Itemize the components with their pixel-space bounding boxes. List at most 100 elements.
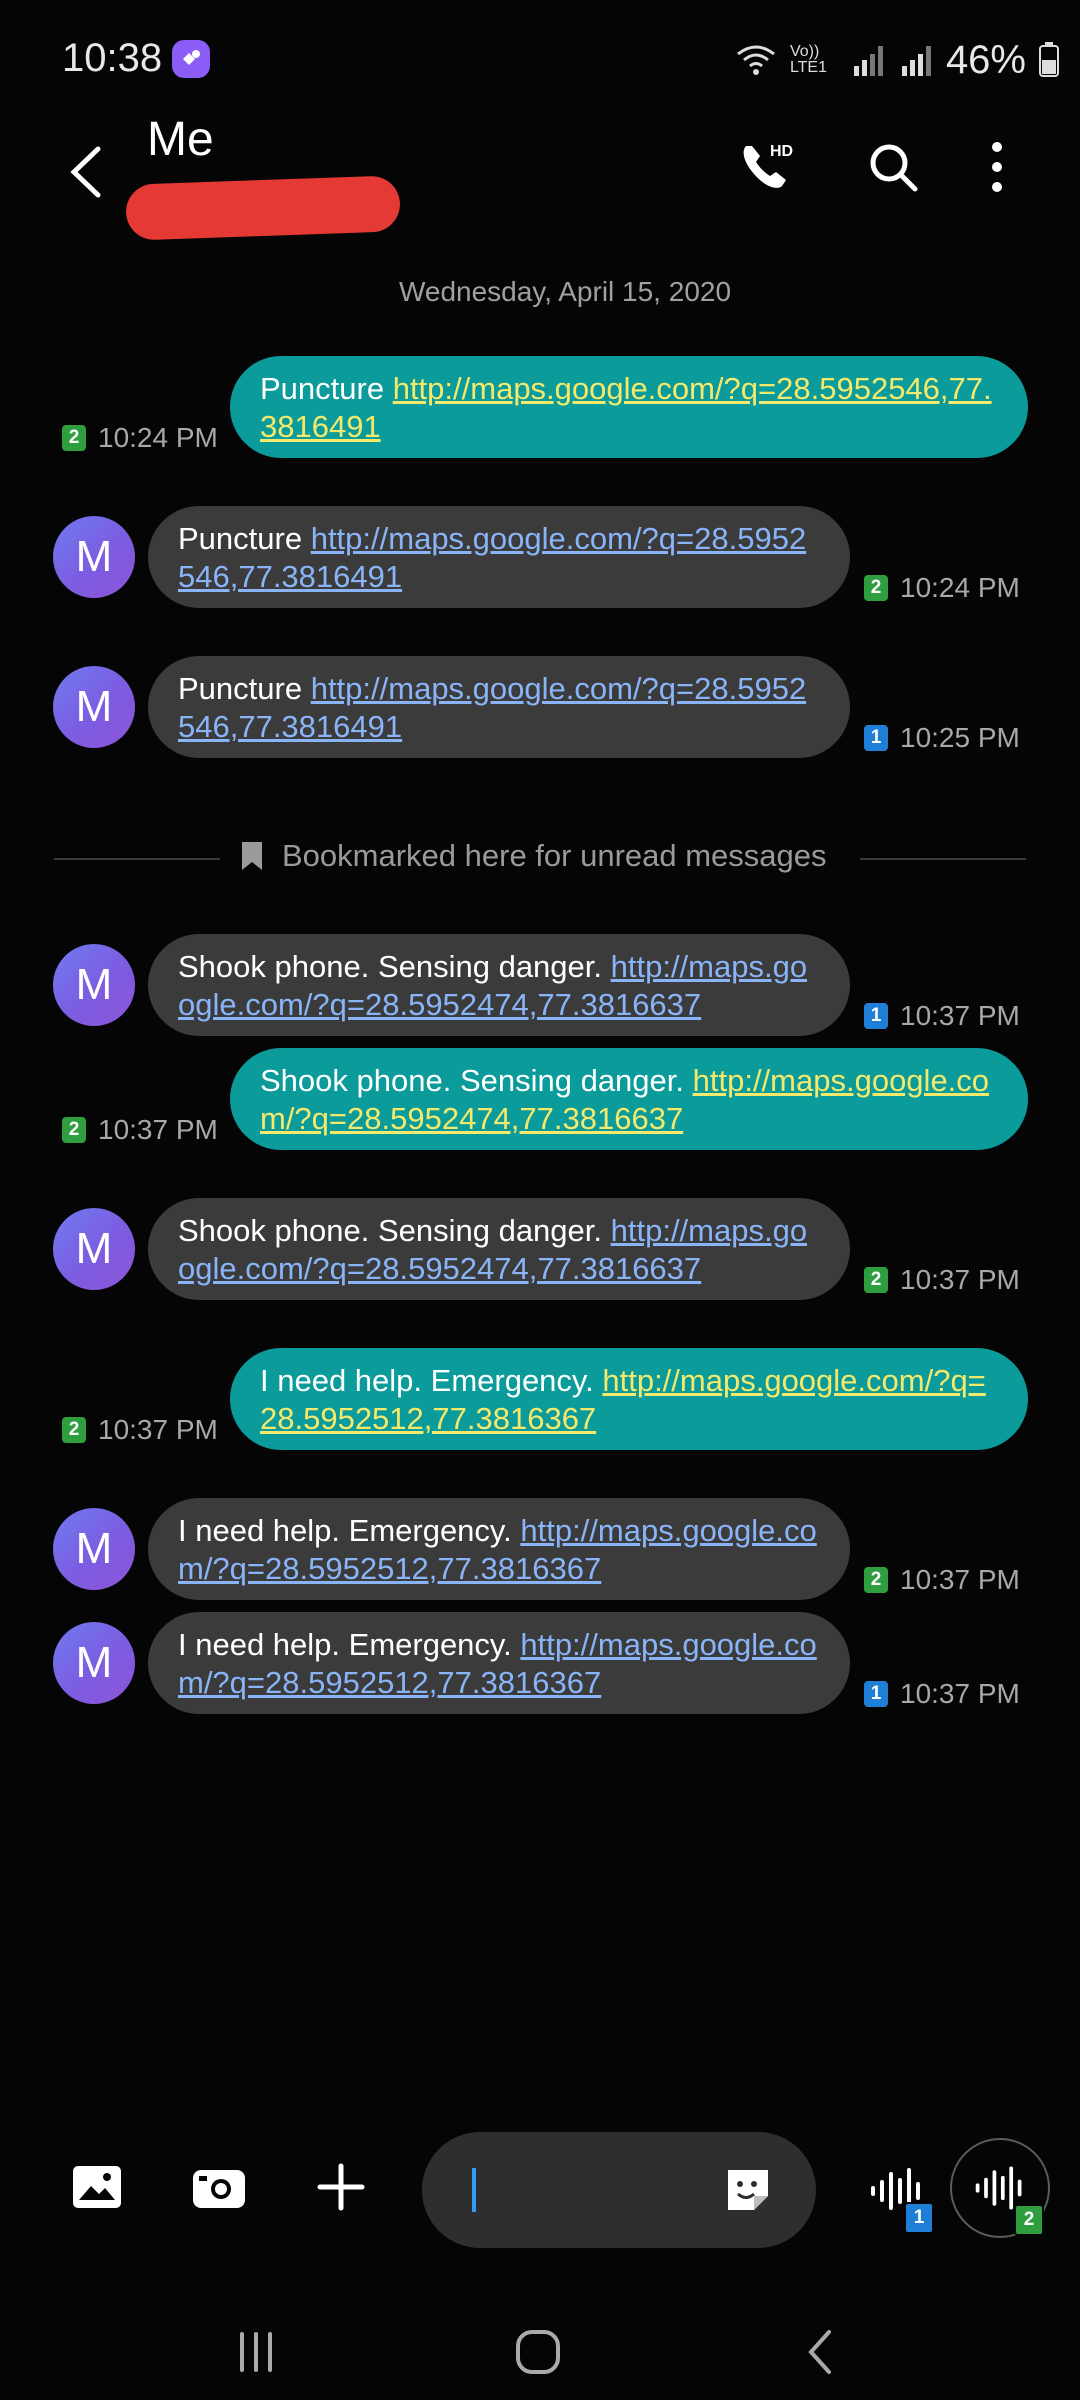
sim-badge: 1 xyxy=(864,1681,888,1707)
home-button[interactable] xyxy=(498,2312,578,2392)
message-meta: 2 10:24 PM xyxy=(62,422,218,454)
divider-line-right xyxy=(860,858,1026,860)
sim-badge: 2 xyxy=(62,425,86,451)
battery-icon xyxy=(1039,42,1059,77)
signal-icon-1 xyxy=(853,46,883,76)
received-message-bubble[interactable]: Shook phone. Sensing danger. http://maps… xyxy=(148,1198,850,1300)
recents-icon xyxy=(240,2332,272,2372)
message-text: Puncture xyxy=(178,521,311,556)
message-meta: 2 10:37 PM xyxy=(864,1564,1020,1596)
contact-name[interactable]: Me xyxy=(147,112,214,168)
message-meta: 2 10:24 PM xyxy=(864,572,1020,604)
message-meta: 1 10:37 PM xyxy=(864,1000,1020,1032)
more-vertical-icon xyxy=(992,142,1002,192)
sim-badge: 2 xyxy=(864,1267,888,1293)
gallery-button[interactable] xyxy=(60,2150,134,2224)
message-time: 10:37 PM xyxy=(900,1564,1020,1595)
received-message-bubble[interactable]: Puncture http://maps.google.com/?q=28.59… xyxy=(148,506,850,608)
avatar[interactable]: M xyxy=(53,944,135,1026)
sticker-button[interactable] xyxy=(720,2162,776,2218)
sent-message-bubble[interactable]: Shook phone. Sensing danger. http://maps… xyxy=(230,1048,1028,1150)
sim-badge: 2 xyxy=(62,1417,86,1443)
sim-badge: 1 xyxy=(864,725,888,751)
bookmark-text: Bookmarked here for unread messages xyxy=(282,838,827,873)
hd-call-button[interactable]: HD xyxy=(732,132,802,202)
message-text: Shook phone. Sensing danger. xyxy=(178,1213,611,1248)
camera-icon xyxy=(193,2170,245,2208)
message-text: I need help. Emergency. xyxy=(178,1627,521,1662)
message-time: 10:25 PM xyxy=(900,722,1020,753)
recents-button[interactable] xyxy=(216,2312,296,2392)
message-text: I need help. Emergency. xyxy=(178,1513,521,1548)
battery-percent: 46% xyxy=(945,37,1026,82)
viber-notification-icon xyxy=(172,40,210,78)
received-message-bubble[interactable]: I need help. Emergency. http://maps.goog… xyxy=(148,1612,850,1714)
camera-button[interactable] xyxy=(182,2150,256,2224)
system-nav-bar xyxy=(0,2290,1080,2400)
sticker-icon xyxy=(728,2170,768,2210)
text-caret xyxy=(472,2168,476,2212)
attach-plus-button[interactable] xyxy=(304,2150,378,2224)
message-text: Shook phone. Sensing danger. xyxy=(178,949,611,984)
message-input[interactable] xyxy=(422,2132,816,2248)
message-time: 10:37 PM xyxy=(900,1000,1020,1031)
sim-badge: 2 xyxy=(864,1567,888,1593)
avatar[interactable]: M xyxy=(53,666,135,748)
back-button[interactable] xyxy=(56,132,116,212)
svg-text:HD: HD xyxy=(770,143,793,160)
gallery-icon xyxy=(73,2166,121,2208)
status-icons: Vo)) LTE1 46% xyxy=(734,30,1060,90)
status-time: 10:38 xyxy=(62,36,163,80)
redacted-phone-number xyxy=(125,175,401,241)
date-separator: Wednesday, April 15, 2020 xyxy=(398,276,732,307)
received-message-bubble[interactable]: Shook phone. Sensing danger. http://maps… xyxy=(148,934,850,1036)
received-message-bubble[interactable]: Puncture http://maps.google.com/?q=28.59… xyxy=(148,656,850,758)
message-text: Shook phone. Sensing danger. xyxy=(260,1063,693,1098)
sent-message-bubble[interactable]: Puncture http://maps.google.com/?q=28.59… xyxy=(230,356,1028,458)
message-meta: 2 10:37 PM xyxy=(62,1114,218,1146)
sim-badge: 2 xyxy=(1014,2204,1044,2236)
back-nav-icon xyxy=(808,2330,831,2374)
wifi-icon xyxy=(737,45,775,75)
search-button[interactable] xyxy=(858,132,928,202)
sent-message-bubble[interactable]: I need help. Emergency. http://maps.goog… xyxy=(230,1348,1028,1450)
avatar[interactable]: M xyxy=(53,516,135,598)
sim-badge: 1 xyxy=(864,1003,888,1029)
message-time: 10:37 PM xyxy=(900,1678,1020,1709)
status-bar: 10:38 Vo)) LTE1 46% xyxy=(0,0,1080,118)
signal-icon-2 xyxy=(901,46,931,76)
avatar[interactable]: M xyxy=(53,1622,135,1704)
message-time: 10:37 PM xyxy=(98,1114,218,1145)
unread-bookmark: Bookmarked here for unread messages xyxy=(240,838,827,874)
bookmark-icon xyxy=(242,842,262,870)
sim-badge: 1 xyxy=(904,2202,934,2234)
back-nav-button[interactable] xyxy=(780,2312,860,2392)
message-text: I need help. Emergency. xyxy=(260,1363,603,1398)
message-meta: 2 10:37 PM xyxy=(864,1264,1020,1296)
more-options-button[interactable] xyxy=(962,132,1032,202)
composer-bar: 1 2 xyxy=(0,2120,1080,2260)
volte-label: Vo)) LTE1 xyxy=(789,43,827,76)
sim-badge: 2 xyxy=(864,575,888,601)
sim-badge: 2 xyxy=(62,1117,86,1143)
back-arrow-icon xyxy=(70,146,101,198)
message-time: 10:37 PM xyxy=(900,1264,1020,1295)
message-time: 10:24 PM xyxy=(900,572,1020,603)
plus-icon xyxy=(317,2163,365,2211)
message-meta: 1 10:25 PM xyxy=(864,722,1020,754)
avatar[interactable]: M xyxy=(53,1208,135,1290)
home-icon xyxy=(516,2330,560,2374)
divider-line-left xyxy=(54,858,220,860)
received-message-bubble[interactable]: I need help. Emergency. http://maps.goog… xyxy=(148,1498,850,1600)
avatar[interactable]: M xyxy=(53,1508,135,1590)
message-meta: 2 10:37 PM xyxy=(62,1414,218,1446)
message-text: Puncture xyxy=(178,671,311,706)
voice-send-sim1-button[interactable]: 1 xyxy=(852,2146,942,2236)
voice-send-sim2-button[interactable]: 2 xyxy=(950,2138,1050,2238)
message-text: Puncture xyxy=(260,371,393,406)
hd-call-icon: HD xyxy=(743,143,793,188)
message-time: 10:37 PM xyxy=(98,1414,218,1445)
message-meta: 1 10:37 PM xyxy=(864,1678,1020,1710)
search-icon xyxy=(870,144,918,192)
message-time: 10:24 PM xyxy=(98,422,218,453)
